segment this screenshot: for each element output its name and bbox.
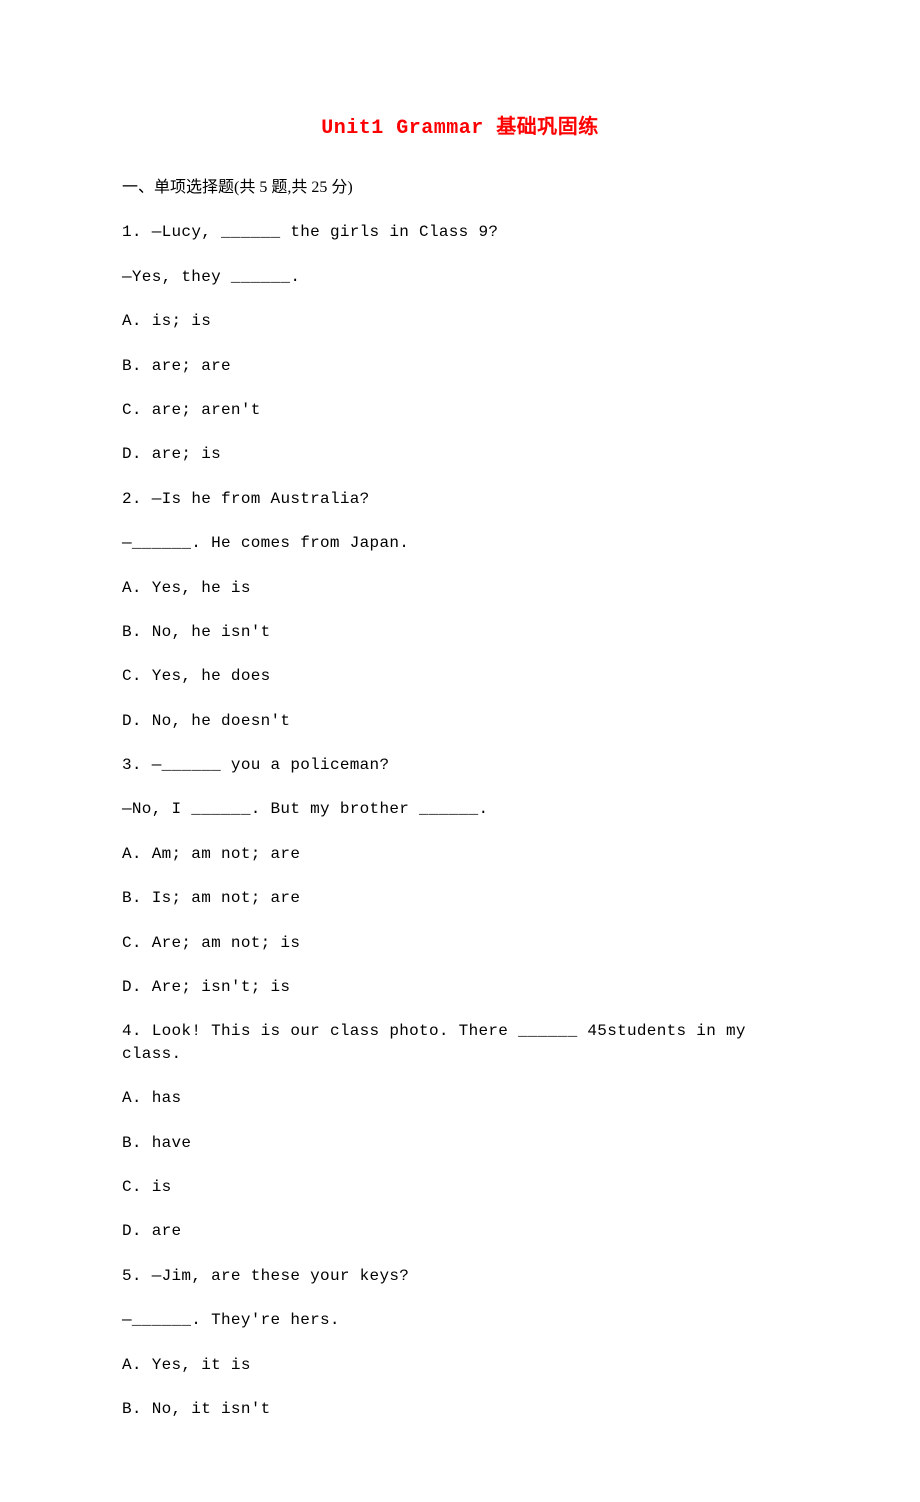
question-5-line-1: 5. —Jim, are these your keys? xyxy=(122,1265,798,1287)
question-4-option-c: C. is xyxy=(122,1176,798,1198)
question-3-line-2: —No, I ______. But my brother ______. xyxy=(122,798,798,820)
question-1-option-b: B. are; are xyxy=(122,355,798,377)
question-4-option-b: B. have xyxy=(122,1132,798,1154)
question-1-option-d: D. are; is xyxy=(122,443,798,465)
question-2-line-2: —______. He comes from Japan. xyxy=(122,532,798,554)
question-2-option-d: D. No, he doesn't xyxy=(122,710,798,732)
question-2-option-a: A. Yes, he is xyxy=(122,577,798,599)
question-1-line-1: 1. —Lucy, ______ the girls in Class 9? xyxy=(122,221,798,243)
question-3-option-a: A. Am; am not; are xyxy=(122,843,798,865)
question-5-option-b: B. No, it isn't xyxy=(122,1398,798,1420)
question-3-option-b: B. Is; am not; are xyxy=(122,887,798,909)
question-3-option-d: D. Are; isn't; is xyxy=(122,976,798,998)
question-2-option-c: C. Yes, he does xyxy=(122,665,798,687)
question-5-line-2: —______. They're hers. xyxy=(122,1309,798,1331)
question-1-line-2: —Yes, they ______. xyxy=(122,266,798,288)
question-4-option-d: D. are xyxy=(122,1220,798,1242)
question-3-line-1: 3. —______ you a policeman? xyxy=(122,754,798,776)
question-2-option-b: B. No, he isn't xyxy=(122,621,798,643)
question-4-option-a: A. has xyxy=(122,1087,798,1109)
section-header: 一、单项选择题(共 5 题,共 25 分) xyxy=(122,177,798,199)
question-1-option-c: C. are; aren't xyxy=(122,399,798,421)
question-2-line-1: 2. —Is he from Australia? xyxy=(122,488,798,510)
question-3-option-c: C. Are; am not; is xyxy=(122,932,798,954)
question-1-option-a: A. is; is xyxy=(122,310,798,332)
question-4-line-1: 4. Look! This is our class photo. There … xyxy=(122,1020,798,1065)
question-5-option-a: A. Yes, it is xyxy=(122,1354,798,1376)
page-title: Unit1 Grammar 基础巩固练 xyxy=(122,115,798,143)
